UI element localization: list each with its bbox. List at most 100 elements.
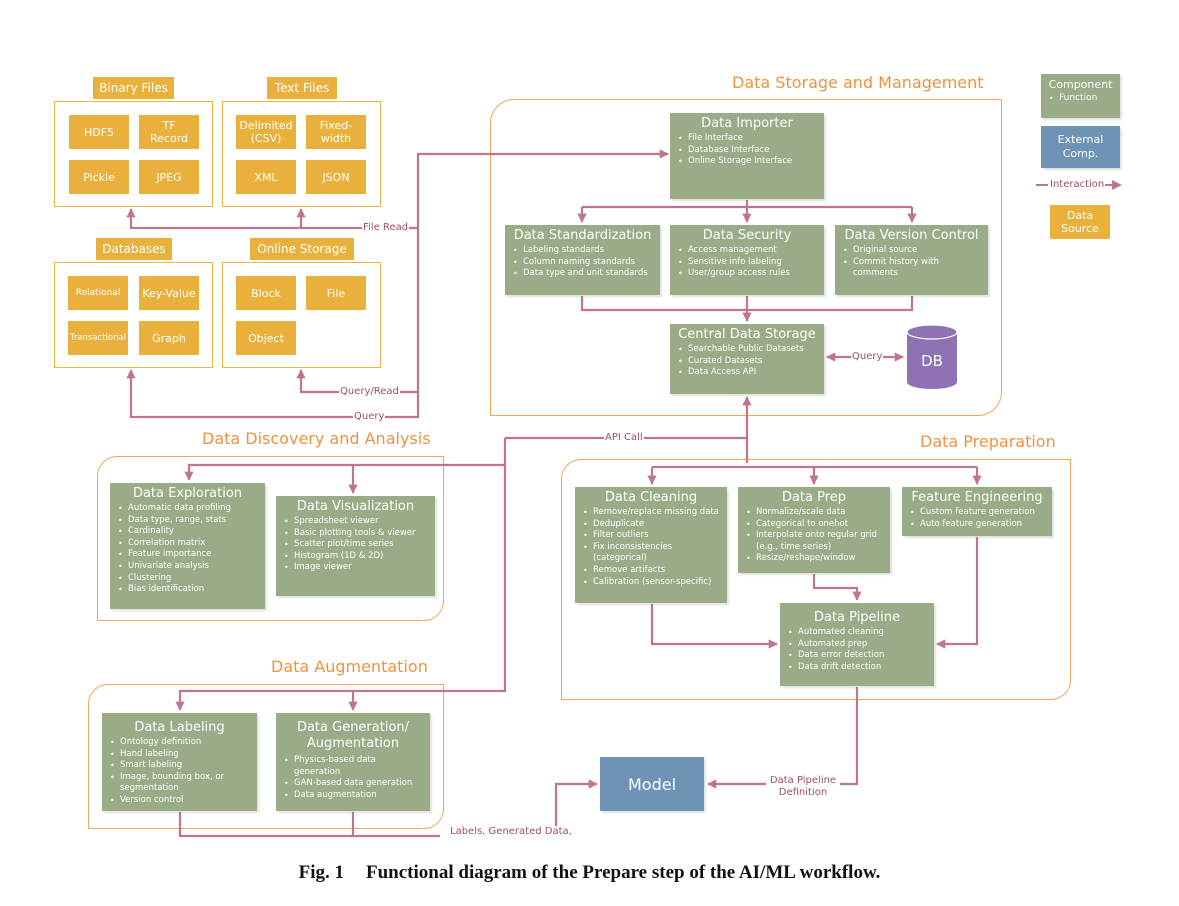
legend-function-label: Function <box>1049 93 1114 105</box>
source-graph: Graph <box>139 321 199 355</box>
function-item: File Interface <box>678 133 818 145</box>
component-data-generation: Data Generation/ Augmentation Physics-ba… <box>276 713 430 811</box>
text-files-title: Text Files <box>267 77 337 99</box>
legend-external: External Comp. <box>1041 126 1120 168</box>
function-item: Access management <box>678 245 818 257</box>
function-item: Data drift detection <box>788 662 928 674</box>
edge-label-file-read: File Read <box>362 222 410 234</box>
function-item: Labeling standards <box>513 245 654 257</box>
edge-label-query-read: Query/Read <box>339 386 400 398</box>
edge-label-db-query: Query <box>851 351 884 363</box>
function-item: Online Storage Interface <box>678 156 818 168</box>
component-data-exploration: Data Exploration Automatic data profilin… <box>110 483 265 609</box>
online-storage-title: Online Storage <box>250 238 354 260</box>
component-data-standardization: Data Standardization Labeling standards … <box>505 225 660 295</box>
function-item: Remove artifacts <box>583 565 721 577</box>
model-box: Model <box>600 757 704 811</box>
component-title: Data Version Control <box>844 228 979 243</box>
source-fixed-width: Fixed-width <box>306 115 366 149</box>
edge-label-pipeline-def: Data Pipeline Definition <box>766 775 840 799</box>
function-item: Remove/replace missing data <box>583 507 721 519</box>
edge-label-api-call: API Call <box>604 432 644 444</box>
component-title: Data Importer <box>701 116 793 131</box>
function-item: Resize/reshape/window <box>746 553 884 565</box>
databases-title: Databases <box>96 238 172 260</box>
function-item: Fix inconsistencies (categorical) <box>583 542 683 565</box>
legend-component: Component Function <box>1041 74 1120 118</box>
model-label: Model <box>627 774 677 794</box>
group-title-augmentation: Data Augmentation <box>271 657 428 676</box>
function-item: GAN-based data generation <box>284 778 424 790</box>
component-title: Data Cleaning <box>604 490 698 505</box>
source-tfrecord: TF Record <box>139 115 199 149</box>
function-item: User/group access rules <box>678 268 818 280</box>
component-data-cleaning: Data Cleaning Remove/replace missing dat… <box>575 487 727 603</box>
source-csv: Delimited (CSV) <box>236 115 296 149</box>
function-item: Histogram (1D & 2D) <box>284 551 429 563</box>
function-item: Custom feature generation <box>910 507 1046 519</box>
function-item: Data Access API <box>678 367 818 379</box>
component-title: Data Pipeline <box>813 610 901 625</box>
function-item: Curated Datasets <box>678 356 818 368</box>
source-file: File <box>306 276 366 310</box>
component-data-version-control: Data Version Control Original source Com… <box>835 225 988 295</box>
source-relational: Relational <box>68 276 128 310</box>
source-object: Object <box>236 321 296 355</box>
legend-data-source-label: Data Source <box>1061 209 1099 235</box>
group-title-storage: Data Storage and Management <box>732 73 984 92</box>
function-item: Auto feature generation <box>910 519 1046 531</box>
component-title: Data Prep <box>781 490 847 505</box>
function-item: Deduplicate <box>583 519 721 531</box>
source-xml: XML <box>236 160 296 194</box>
function-item: Automated cleaning <box>788 627 928 639</box>
function-item: Image viewer <box>284 562 429 574</box>
function-item: Interpolate onto regular grid (e.g., tim… <box>746 530 888 553</box>
component-title: Feature Engineering <box>911 490 1043 505</box>
component-title: Central Data Storage <box>678 327 816 342</box>
component-data-security: Data Security Access management Sensitiv… <box>670 225 824 295</box>
source-block: Block <box>236 276 296 310</box>
function-item: Version control <box>110 795 251 807</box>
source-hdf5: HDF5 <box>69 115 129 149</box>
source-jpeg: JPEG <box>139 160 199 194</box>
group-title-preparation: Data Preparation <box>920 432 1056 451</box>
component-feature-engineering: Feature Engineering Custom feature gener… <box>902 487 1052 536</box>
component-data-labeling: Data Labeling Ontology definition Hand l… <box>102 713 257 811</box>
source-transactional: Transactional <box>68 321 128 355</box>
edge-label-labels: Labels, Generated Data, <box>449 826 573 838</box>
group-title-discovery: Data Discovery and Analysis <box>202 429 431 448</box>
figure-number: Fig. 1 <box>298 862 344 883</box>
function-item: Hand labeling <box>110 749 251 761</box>
function-item: Filter outliers <box>583 530 721 542</box>
function-item: Data error detection <box>788 650 928 662</box>
function-item: Bias identification <box>118 584 259 596</box>
function-item: Cardinality <box>118 526 259 538</box>
function-item: Sensitive info labeling <box>678 257 818 269</box>
function-item: Commit history with comments <box>843 257 953 280</box>
component-title: Data Visualization <box>296 499 415 514</box>
figure-caption-text: Functional diagram of the Prepare step o… <box>366 862 881 883</box>
component-data-visualization: Data Visualization Spreadsheet viewer Ba… <box>276 496 435 596</box>
function-item: Univariate analysis <box>118 561 259 573</box>
function-item: Automatic data profiling <box>118 503 259 515</box>
source-json: JSON <box>306 160 366 194</box>
function-item: Column naming standards <box>513 257 654 269</box>
function-item: Categorical to onehot <box>746 519 884 531</box>
source-pickle: Pickle <box>69 160 129 194</box>
component-central-data-storage: Central Data Storage Searchable Public D… <box>670 324 824 394</box>
legend-external-label: External Comp. <box>1057 133 1104 160</box>
function-item: Normalize/scale data <box>746 507 884 519</box>
function-item: Database Interface <box>678 145 818 157</box>
function-item: Automated prep <box>788 639 928 651</box>
legend-component-label: Component <box>1048 78 1113 91</box>
function-item: Data type and unit standards <box>513 268 654 280</box>
component-data-importer: Data Importer File Interface Database In… <box>670 113 824 199</box>
function-item: Spreadsheet viewer <box>284 516 429 528</box>
component-title: Data Security <box>702 228 792 243</box>
function-item: Correlation matrix <box>118 538 259 550</box>
function-item: Physics-based data generation <box>284 755 394 778</box>
function-item: Smart labeling <box>110 760 251 772</box>
function-item: Data type, range, stats <box>118 515 259 527</box>
function-item: Original source <box>843 245 982 257</box>
function-item: Scatter plot/time series <box>284 539 429 551</box>
